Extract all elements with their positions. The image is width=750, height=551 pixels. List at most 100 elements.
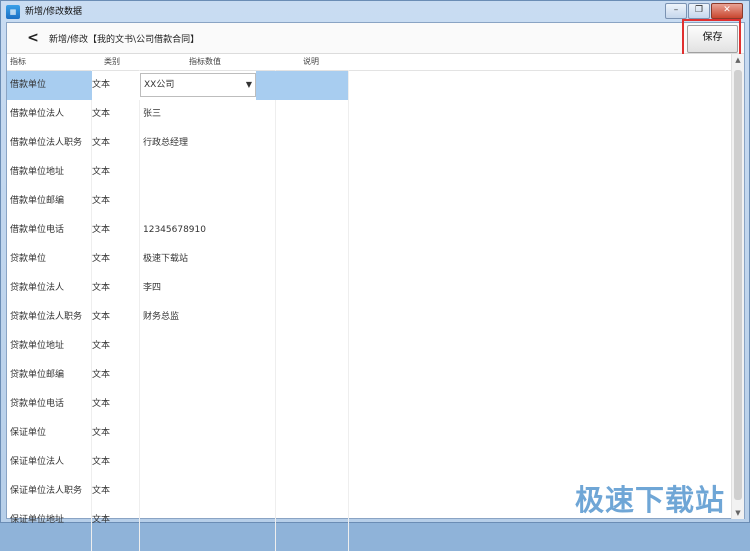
cell-note[interactable]: [276, 216, 348, 245]
cell-type[interactable]: 文本: [92, 448, 140, 477]
cell-note[interactable]: [276, 361, 348, 390]
cell-type[interactable]: 文本: [92, 303, 140, 332]
cell-value[interactable]: 极速下载站: [140, 245, 279, 274]
cell-type[interactable]: 文本: [92, 506, 140, 535]
header-note[interactable]: 说明: [303, 56, 319, 67]
cell-type[interactable]: 文本: [92, 129, 140, 158]
save-button[interactable]: 保存: [687, 25, 738, 53]
minimize-button[interactable]: –: [665, 3, 687, 19]
vertical-scrollbar[interactable]: ▲ ▼: [731, 54, 744, 519]
cell-indicator[interactable]: 贷款单位邮编: [10, 361, 92, 390]
cell-type[interactable]: 文本: [92, 71, 140, 100]
cell-note[interactable]: [276, 158, 348, 187]
table-row[interactable]: 保证单位法人 文本: [7, 448, 744, 477]
cell-note[interactable]: [276, 274, 348, 303]
cell-indicator[interactable]: 保证单位法人: [10, 448, 92, 477]
table-row[interactable]: 保证单位 文本: [7, 419, 744, 448]
scroll-up-arrow-icon[interactable]: ▲: [732, 54, 744, 66]
value-dropdown[interactable]: XX公司 ▼: [140, 73, 256, 97]
cell-type[interactable]: 文本: [92, 216, 140, 245]
cell-value[interactable]: [140, 506, 279, 535]
close-button[interactable]: ✕: [711, 3, 743, 19]
cell-value[interactable]: 李四: [140, 274, 279, 303]
app-window: ▦ 新增/修改数据 – ❐ ✕ < 新增/修改【我的文书\公司借款合同】 保存 …: [0, 0, 750, 551]
selection-fill: [256, 71, 276, 100]
cell-note[interactable]: [276, 71, 348, 100]
scroll-down-arrow-icon[interactable]: ▼: [732, 507, 744, 519]
restore-button[interactable]: ❐: [688, 3, 710, 19]
cell-type[interactable]: 文本: [92, 477, 140, 506]
header-indicator[interactable]: 指标: [10, 56, 26, 67]
cell-indicator[interactable]: 保证单位: [10, 419, 92, 448]
table-row[interactable]: 贷款单位邮编 文本: [7, 361, 744, 390]
cell-type[interactable]: 文本: [92, 274, 140, 303]
grid-header: 指标 类别 指标数值 说明: [7, 54, 744, 71]
table-row[interactable]: 贷款单位 文本 极速下载站: [7, 245, 744, 274]
cell-type[interactable]: 文本: [92, 100, 140, 129]
watermark-logo: 极速下载站: [575, 483, 726, 517]
header-value[interactable]: 指标数值: [189, 56, 221, 67]
cell-value[interactable]: [140, 361, 279, 390]
table-row[interactable]: 借款单位电话 文本 12345678910: [7, 216, 744, 245]
cell-indicator[interactable]: 借款单位邮编: [10, 187, 92, 216]
cell-indicator[interactable]: 保证单位地址: [10, 506, 92, 535]
cell-type[interactable]: 文本: [92, 245, 140, 274]
cell-type[interactable]: 文本: [92, 361, 140, 390]
cell-note[interactable]: [276, 245, 348, 274]
cell-type[interactable]: 文本: [92, 390, 140, 419]
cell-indicator[interactable]: 贷款单位法人职务: [10, 303, 92, 332]
table-row[interactable]: 贷款单位法人职务 文本 财务总监: [7, 303, 744, 332]
table-row[interactable]: 借款单位邮编 文本: [7, 187, 744, 216]
cell-value[interactable]: 张三: [140, 100, 279, 129]
cell-note[interactable]: [276, 332, 348, 361]
cell-note[interactable]: [276, 187, 348, 216]
cell-indicator[interactable]: 借款单位: [7, 71, 92, 100]
cell-value[interactable]: [140, 187, 279, 216]
cell-note[interactable]: [276, 129, 348, 158]
table-row[interactable]: 借款单位法人 文本 张三: [7, 100, 744, 129]
scroll-thumb[interactable]: [734, 70, 742, 500]
cell-indicator[interactable]: 保证单位法人职务: [10, 477, 92, 506]
cell-type[interactable]: 文本: [92, 419, 140, 448]
cell-indicator[interactable]: 借款单位法人职务: [10, 129, 92, 158]
chevron-down-icon[interactable]: ▼: [246, 74, 252, 96]
cell-note[interactable]: [276, 477, 348, 506]
cell-value[interactable]: [140, 477, 279, 506]
cell-type[interactable]: 文本: [92, 187, 140, 216]
cell-indicator[interactable]: 借款单位电话: [10, 216, 92, 245]
cell-note[interactable]: [276, 419, 348, 448]
cell-indicator[interactable]: 贷款单位法人: [10, 274, 92, 303]
cell-indicator[interactable]: 借款单位法人: [10, 100, 92, 129]
window-controls: – ❐ ✕: [664, 3, 743, 19]
cell-value[interactable]: 财务总监: [140, 303, 279, 332]
breadcrumb: 新增/修改【我的文书\公司借款合同】: [49, 35, 200, 45]
table-row[interactable]: 贷款单位地址 文本: [7, 332, 744, 361]
table-row[interactable]: 贷款单位电话 文本: [7, 390, 744, 419]
table-row[interactable]: 借款单位地址 文本: [7, 158, 744, 187]
cell-note[interactable]: [276, 100, 348, 129]
cell-type[interactable]: 文本: [92, 158, 140, 187]
cell-note[interactable]: [276, 506, 348, 535]
cell-indicator[interactable]: 贷款单位电话: [10, 390, 92, 419]
cell-indicator[interactable]: 借款单位地址: [10, 158, 92, 187]
cell-note[interactable]: [276, 390, 348, 419]
cell-indicator[interactable]: 贷款单位地址: [10, 332, 92, 361]
cell-value[interactable]: [140, 419, 279, 448]
table-row[interactable]: 借款单位 文本 XX公司 ▼: [7, 71, 744, 100]
cell-value[interactable]: 行政总经理: [140, 129, 279, 158]
cell-note[interactable]: [276, 448, 348, 477]
cell-note[interactable]: [276, 303, 348, 332]
toolbar: < 新增/修改【我的文书\公司借款合同】 保存: [7, 19, 744, 57]
cell-value[interactable]: [140, 390, 279, 419]
title-bar[interactable]: ▦ 新增/修改数据 – ❐ ✕: [1, 1, 749, 23]
back-button[interactable]: <: [25, 29, 41, 47]
cell-indicator[interactable]: 贷款单位: [10, 245, 92, 274]
header-type[interactable]: 类别: [104, 56, 120, 67]
table-row[interactable]: 借款单位法人职务 文本 行政总经理: [7, 129, 744, 158]
cell-value[interactable]: [140, 332, 279, 361]
cell-value[interactable]: [140, 158, 279, 187]
cell-type[interactable]: 文本: [92, 332, 140, 361]
cell-value[interactable]: [140, 448, 279, 477]
table-row[interactable]: 贷款单位法人 文本 李四: [7, 274, 744, 303]
cell-value[interactable]: 12345678910: [140, 216, 279, 245]
